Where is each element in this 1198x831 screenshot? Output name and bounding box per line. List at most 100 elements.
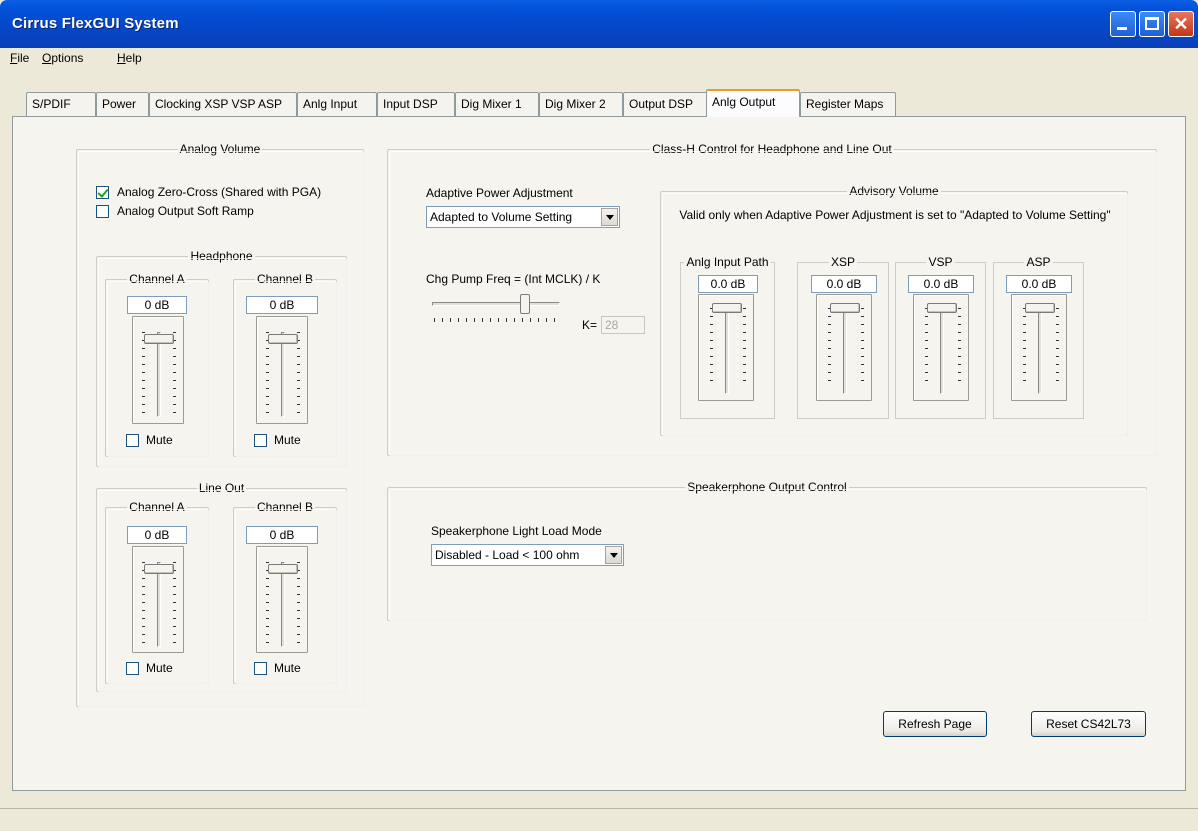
chevron-down-icon[interactable]: [605, 546, 622, 564]
chg-pump-thumb[interactable]: [520, 294, 530, 314]
refresh-page-button[interactable]: Refresh Page: [883, 711, 987, 737]
advisory-xsp-panel: XSP 0.0 dB: [797, 255, 889, 419]
tab-input-dsp[interactable]: Input DSP: [377, 92, 455, 116]
tab-dig-mixer-1[interactable]: Dig Mixer 1: [455, 92, 539, 116]
lo-channel-b-mute-label: Mute: [274, 661, 301, 675]
headphone-group: Headphone Channel A 0 dB Mute Channel B: [96, 249, 347, 467]
minimize-icon: [1117, 27, 1127, 30]
app-window: Cirrus FlexGUI System ✕ File Options Hel…: [0, 0, 1198, 831]
adaptive-power-label: Adaptive Power Adjustment: [426, 186, 573, 200]
lo-channel-b-thumb[interactable]: [268, 564, 298, 574]
lo-channel-a-title: Channel A: [127, 500, 187, 514]
advisory-asp-slider[interactable]: [1011, 294, 1067, 401]
advisory-asp-title: ASP: [1024, 255, 1053, 269]
menu-bar: File Options Help: [0, 48, 1198, 70]
speakerphone-group: Speakerphone Output Control Speakerphone…: [387, 480, 1147, 621]
advisory-anlg-input-panel: Anlg Input Path 0.0 dB: [680, 255, 775, 419]
hp-channel-b-mute-label: Mute: [274, 433, 301, 447]
light-load-select[interactable]: Disabled - Load < 100 ohm: [431, 544, 624, 566]
close-button[interactable]: ✕: [1168, 11, 1194, 37]
light-load-label: Speakerphone Light Load Mode: [431, 524, 602, 538]
advisory-anlg-input-slider[interactable]: [698, 294, 754, 401]
advisory-asp-readout: 0.0 dB: [1006, 275, 1072, 293]
lo-channel-b-title: Channel B: [254, 500, 316, 514]
reset-button[interactable]: Reset CS42L73: [1031, 711, 1146, 737]
tab-spdif[interactable]: S/PDIF: [26, 92, 96, 116]
lo-channel-b-slider[interactable]: [256, 546, 308, 653]
advisory-volume-title: Advisory Volume: [847, 184, 941, 198]
tab-clocking[interactable]: Clocking XSP VSP ASP: [149, 92, 297, 116]
advisory-xsp-thumb[interactable]: [830, 303, 860, 313]
advisory-vsp-thumb[interactable]: [927, 303, 957, 313]
hp-channel-b-thumb[interactable]: [268, 334, 298, 344]
lo-channel-b-group: Channel B 0 dB Mute: [233, 500, 337, 684]
hp-channel-b-mute-checkbox[interactable]: [254, 434, 267, 447]
chg-pump-label: Chg Pump Freq = (Int MCLK) / K: [426, 272, 601, 286]
lo-channel-a-thumb[interactable]: [144, 564, 174, 574]
hp-channel-a-thumb[interactable]: [144, 334, 174, 344]
soft-ramp-checkbox[interactable]: [96, 205, 109, 218]
advisory-xsp-title: XSP: [828, 255, 857, 269]
hp-channel-a-mute-checkbox[interactable]: [126, 434, 139, 447]
class-h-group: Class-H Control for Headphone and Line O…: [387, 142, 1157, 456]
adaptive-power-select[interactable]: Adapted to Volume Setting: [426, 206, 620, 228]
close-icon: ✕: [1173, 14, 1189, 34]
hp-channel-b-group: Channel B 0 dB Mute: [233, 272, 337, 457]
advisory-xsp-slider[interactable]: [816, 294, 872, 401]
adaptive-power-value: Adapted to Volume Setting: [430, 210, 573, 224]
advisory-vsp-panel: VSP 0.0 dB: [895, 255, 986, 419]
zero-cross-label: Analog Zero-Cross (Shared with PGA): [117, 185, 322, 199]
window-title: Cirrus FlexGUI System: [12, 15, 179, 32]
hp-channel-a-title: Channel A: [127, 272, 187, 286]
hp-channel-a-slider[interactable]: [132, 316, 184, 424]
tab-dig-mixer-2[interactable]: Dig Mixer 2: [539, 92, 623, 116]
hp-channel-a-readout: 0 dB: [127, 296, 187, 314]
tab-panel: Analog Volume Analog Zero-Cross (Shared …: [12, 116, 1186, 791]
status-bar: [0, 808, 1198, 831]
maximize-button[interactable]: [1139, 11, 1165, 37]
advisory-vsp-title: VSP: [926, 255, 955, 269]
advisory-anlg-input-title: Anlg Input Path: [684, 255, 771, 269]
chg-pump-slider[interactable]: [432, 294, 562, 326]
chevron-down-icon[interactable]: [601, 208, 618, 226]
tab-register-maps[interactable]: Register Maps: [800, 92, 896, 116]
hp-channel-b-title: Channel B: [254, 272, 316, 286]
tab-anlg-input[interactable]: Anlg Input: [297, 92, 377, 116]
line-out-title: Line Out: [196, 481, 247, 495]
menu-help[interactable]: Help: [117, 51, 142, 65]
menu-options[interactable]: Options: [42, 51, 83, 65]
lo-channel-a-mute-label: Mute: [146, 661, 173, 675]
advisory-xsp-readout: 0.0 dB: [811, 275, 877, 293]
advisory-anlg-input-readout: 0.0 dB: [698, 275, 758, 293]
lo-channel-a-group: Channel A 0 dB Mute: [105, 500, 209, 684]
line-out-group: Line Out Channel A 0 dB Mute Channel B 0…: [96, 481, 347, 692]
advisory-vsp-readout: 0.0 dB: [908, 275, 974, 293]
advisory-volume-group: Advisory Volume Valid only when Adaptive…: [660, 184, 1128, 436]
light-load-value: Disabled - Load < 100 ohm: [435, 548, 580, 562]
advisory-vsp-slider[interactable]: [913, 294, 969, 401]
advisory-asp-thumb[interactable]: [1025, 303, 1055, 313]
menu-file[interactable]: File: [10, 51, 29, 65]
zero-cross-checkbox[interactable]: [96, 186, 109, 199]
lo-channel-b-mute-checkbox[interactable]: [254, 662, 267, 675]
analog-volume-group: Analog Volume Analog Zero-Cross (Shared …: [76, 142, 364, 707]
speakerphone-title: Speakerphone Output Control: [685, 480, 849, 494]
minimize-button[interactable]: [1110, 11, 1136, 37]
tab-anlg-output[interactable]: Anlg Output: [706, 89, 800, 117]
advisory-anlg-input-thumb[interactable]: [712, 303, 742, 313]
k-value-field: 28: [601, 316, 645, 334]
title-bar[interactable]: Cirrus FlexGUI System ✕: [0, 0, 1198, 48]
hp-channel-a-group: Channel A 0 dB Mute: [105, 272, 209, 457]
advisory-asp-panel: ASP 0.0 dB: [993, 255, 1084, 419]
hp-channel-b-readout: 0 dB: [246, 296, 318, 314]
headphone-title: Headphone: [188, 249, 255, 263]
advisory-note: Valid only when Adaptive Power Adjustmen…: [679, 208, 1111, 222]
lo-channel-a-slider[interactable]: [132, 546, 184, 653]
tab-power[interactable]: Power: [96, 92, 149, 116]
lo-channel-a-mute-checkbox[interactable]: [126, 662, 139, 675]
class-h-title: Class-H Control for Headphone and Line O…: [650, 142, 894, 156]
hp-channel-b-slider[interactable]: [256, 316, 308, 424]
lo-channel-a-readout: 0 dB: [127, 526, 187, 544]
soft-ramp-label: Analog Output Soft Ramp: [117, 204, 254, 218]
tab-output-dsp[interactable]: Output DSP: [623, 92, 708, 116]
